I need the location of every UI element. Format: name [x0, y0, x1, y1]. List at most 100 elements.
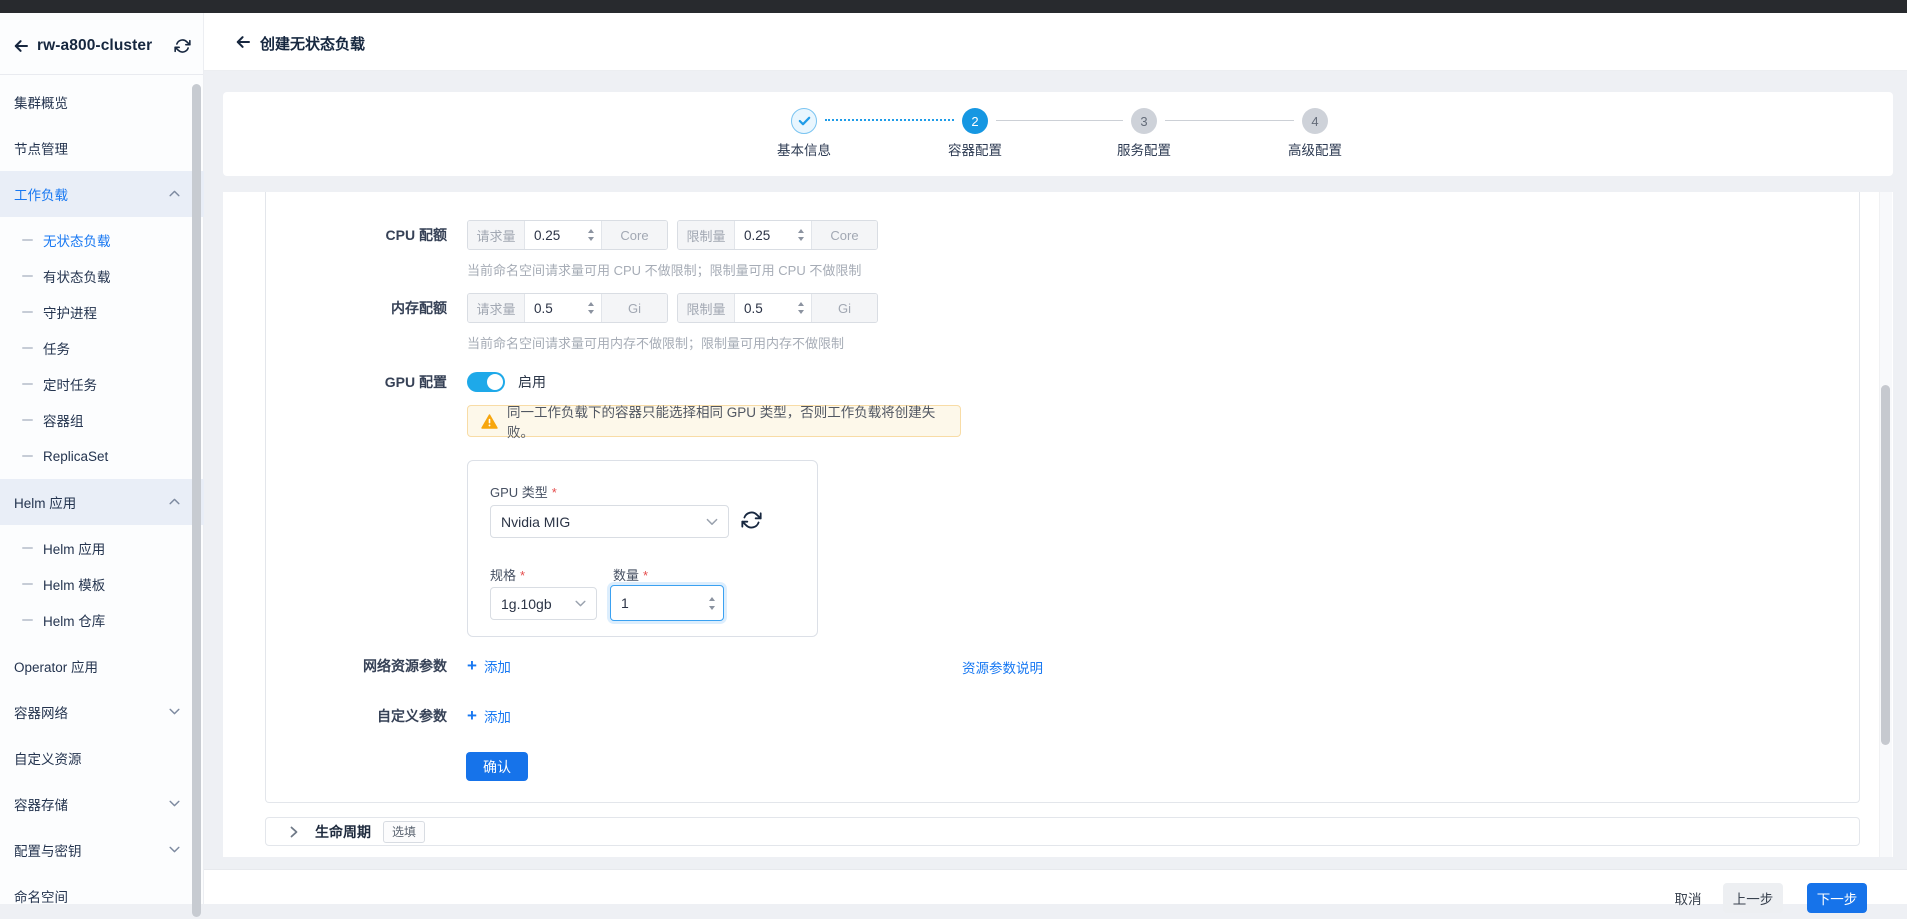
gpu-spec-label: 规格* — [490, 565, 525, 584]
memory-unit-suffix: Gi — [811, 294, 877, 322]
cpu-unit-suffix: Core — [811, 221, 877, 249]
sidebar-item-helm-repos[interactable]: Helm 仓库 — [0, 602, 204, 638]
step-2-active[interactable]: 2 — [962, 108, 988, 134]
previous-step-button[interactable]: 上一步 — [1723, 883, 1783, 913]
dash-icon — [22, 619, 33, 621]
required-mark: * — [643, 568, 648, 583]
memory-limit-group: 限制量 Gi — [677, 293, 878, 323]
optional-badge: 选填 — [383, 821, 425, 843]
step-connector-dotted — [825, 119, 954, 121]
sidebar-item-cronjobs[interactable]: 定时任务 — [0, 366, 204, 402]
chevron-down-icon — [575, 600, 586, 607]
gpu-count-stepper[interactable] — [701, 597, 723, 610]
sidebar-item-daemonsets[interactable]: 守护进程 — [0, 294, 204, 330]
lifecycle-title: 生命周期 — [315, 822, 371, 842]
memory-quota-label: 内存配额 — [223, 298, 447, 318]
gpu-spec-select[interactable]: 1g.10gb — [490, 587, 597, 620]
toggle-knob — [487, 374, 503, 390]
helm-sublist: Helm 应用 Helm 模板 Helm 仓库 — [0, 530, 203, 638]
plus-icon: + — [467, 657, 477, 675]
cpu-limit-input[interactable] — [735, 221, 791, 249]
dash-icon — [22, 239, 33, 241]
refresh-icon[interactable] — [741, 510, 763, 532]
sidebar-item-replicasets[interactable]: ReplicaSet — [0, 438, 204, 474]
sidebar-item-deployments[interactable]: 无状态负载 — [0, 222, 204, 258]
cancel-button[interactable]: 取消 — [1666, 883, 1710, 913]
sidebar-group-workloads[interactable]: 工作负载 — [0, 171, 204, 217]
sidebar-item-node-management[interactable]: 节点管理 — [0, 125, 204, 171]
sidebar-item-helm-templates[interactable]: Helm 模板 — [0, 566, 204, 602]
container-config-panel: CPU 配额 请求量 Core 限制量 Core 当前命名空间请求量可用 CPU… — [223, 192, 1893, 857]
cpu-limit-prefix: 限制量 — [678, 221, 735, 249]
required-mark: * — [520, 568, 525, 583]
cluster-name: rw-a800-cluster — [37, 37, 152, 55]
step-1-finished[interactable] — [791, 108, 817, 134]
chevron-down-icon — [169, 846, 180, 853]
lifecycle-section-header[interactable]: 生命周期 选填 — [265, 817, 1860, 846]
cpu-request-input[interactable] — [525, 221, 581, 249]
resource-params-doc-link[interactable]: 资源参数说明 — [962, 657, 1043, 677]
chevron-up-icon — [169, 498, 180, 505]
sidebar-item-helm-apps[interactable]: Helm 应用 — [0, 530, 204, 566]
gpu-warning-text: 同一工作负载下的容器只能选择相同 GPU 类型，否则工作负载将创建失败。 — [507, 401, 960, 441]
chevron-down-icon — [706, 518, 718, 526]
cpu-request-group: 请求量 Core — [467, 220, 668, 250]
sidebar-item-custom-resources[interactable]: 自定义资源 — [0, 735, 204, 781]
gpu-config-label: GPU 配置 — [223, 372, 447, 392]
sidebar-nav: 集群概览 节点管理 工作负载 无状态负载 有状态负载 守护进程 任务 定时任务 … — [0, 75, 203, 919]
cpu-request-prefix: 请求量 — [468, 221, 525, 249]
sidebar-group-container-network[interactable]: 容器网络 — [0, 689, 204, 735]
sidebar-item-pods[interactable]: 容器组 — [0, 402, 204, 438]
plus-icon: + — [467, 707, 477, 725]
sync-icon[interactable] — [174, 38, 191, 54]
browser-top-bar — [0, 0, 1907, 13]
dash-icon — [22, 347, 33, 349]
panel-scrollbar-thumb[interactable] — [1881, 385, 1890, 745]
memory-limit-stepper[interactable] — [791, 294, 811, 322]
chevron-right-icon — [290, 826, 298, 838]
step-1-label: 基本信息 — [744, 139, 864, 159]
step-3-label: 服务配置 — [1084, 139, 1204, 159]
gpu-type-select[interactable]: Nvidia MIG — [490, 505, 729, 538]
step-3[interactable]: 3 — [1131, 108, 1157, 134]
custom-params-add-button[interactable]: + 添加 — [467, 706, 511, 726]
sidebar-scrollbar-thumb[interactable] — [192, 84, 201, 917]
confirm-button[interactable]: 确认 — [466, 752, 528, 781]
sidebar-item-jobs[interactable]: 任务 — [0, 330, 204, 366]
back-arrow-icon[interactable] — [12, 37, 30, 55]
back-arrow-icon[interactable] — [234, 33, 252, 51]
step-connector — [996, 120, 1123, 121]
sidebar-item-operator-apps[interactable]: Operator 应用 — [0, 643, 204, 689]
sidebar-group-helm[interactable]: Helm 应用 — [0, 479, 204, 525]
sidebar-item-statefulsets[interactable]: 有状态负载 — [0, 258, 204, 294]
chevron-down-icon — [169, 708, 180, 715]
step-connector — [1165, 120, 1294, 121]
sidebar-item-cluster-overview[interactable]: 集群概览 — [0, 79, 204, 125]
sidebar-item-namespaces[interactable]: 命名空间 — [0, 873, 204, 919]
sidebar: rw-a800-cluster 集群概览 节点管理 工作负载 无状态负载 有状态… — [0, 13, 204, 904]
cpu-request-stepper[interactable] — [581, 221, 601, 249]
memory-unit-suffix: Gi — [601, 294, 667, 322]
workloads-sublist: 无状态负载 有状态负载 守护进程 任务 定时任务 容器组 ReplicaSet — [0, 222, 203, 474]
memory-request-prefix: 请求量 — [468, 294, 525, 322]
gpu-type-label: GPU 类型* — [490, 482, 557, 501]
step-4[interactable]: 4 — [1302, 108, 1328, 134]
stepper-card: 2 3 4 基本信息 容器配置 服务配置 高级配置 — [223, 92, 1893, 176]
dash-icon — [22, 383, 33, 385]
check-icon — [798, 116, 811, 126]
next-step-button[interactable]: 下一步 — [1807, 883, 1867, 913]
network-params-add-button[interactable]: + 添加 — [467, 656, 511, 676]
sidebar-group-container-storage[interactable]: 容器存储 — [0, 781, 204, 827]
gpu-count-input[interactable] — [611, 595, 701, 611]
cpu-limit-stepper[interactable] — [791, 221, 811, 249]
cpu-limit-group: 限制量 Core — [677, 220, 878, 250]
gpu-enable-toggle[interactable] — [467, 372, 505, 392]
gpu-count-label: 数量* — [613, 565, 648, 584]
gpu-toggle-label: 启用 — [518, 372, 546, 392]
required-mark: * — [552, 485, 557, 500]
page-title: 创建无状态负载 — [260, 33, 365, 54]
memory-request-input[interactable] — [525, 294, 581, 322]
sidebar-group-config-secrets[interactable]: 配置与密钥 — [0, 827, 204, 873]
memory-limit-input[interactable] — [735, 294, 791, 322]
memory-request-stepper[interactable] — [581, 294, 601, 322]
